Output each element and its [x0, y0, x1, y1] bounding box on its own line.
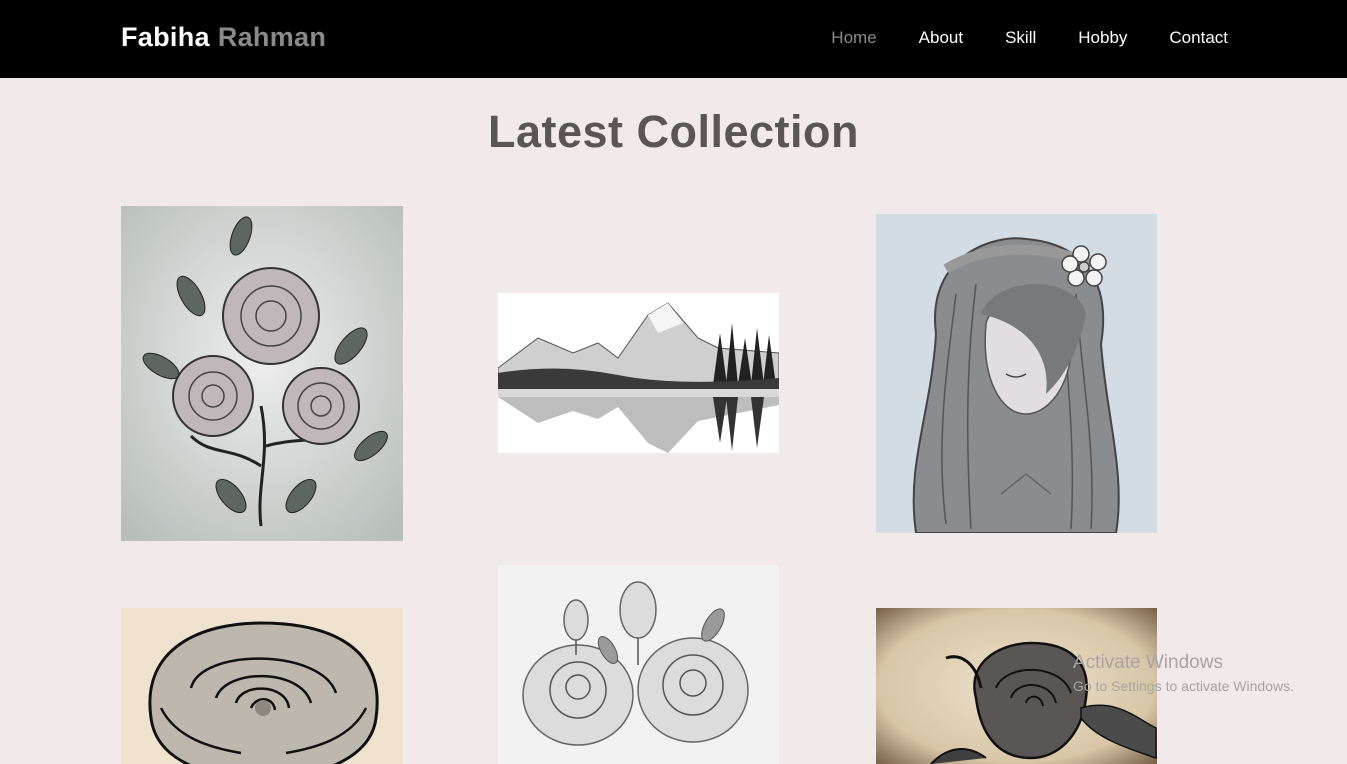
section-title: Latest Collection [487, 106, 860, 157]
nav-about-link[interactable]: About [919, 28, 963, 48]
gallery-image-sepia-rose[interactable] [121, 608, 403, 764]
nav-hobby-link[interactable]: Hobby [1078, 28, 1127, 48]
nav-home-link[interactable]: Home [831, 28, 876, 48]
gallery-image-mountain-lake[interactable] [498, 293, 779, 453]
gallery-image-rose-bouquet[interactable] [121, 206, 403, 541]
gallery-image-pencil-roses[interactable] [498, 565, 779, 764]
brand-first-name: Fabiha [121, 22, 210, 52]
site-header: Fabiha Rahman Home About Skill Hobby Cont… [0, 0, 1347, 78]
gallery-image-girl-portrait[interactable] [876, 214, 1157, 533]
gallery-image-parchment-rose[interactable] [876, 608, 1157, 764]
brand-last-name: Rahman [217, 22, 327, 52]
nav-contact-link[interactable]: Contact [1169, 28, 1228, 48]
brand-logo[interactable]: Fabiha Rahman [121, 22, 326, 53]
main-nav: Home About Skill Hobby Contact [831, 28, 1228, 48]
nav-skill-link[interactable]: Skill [1005, 28, 1036, 48]
